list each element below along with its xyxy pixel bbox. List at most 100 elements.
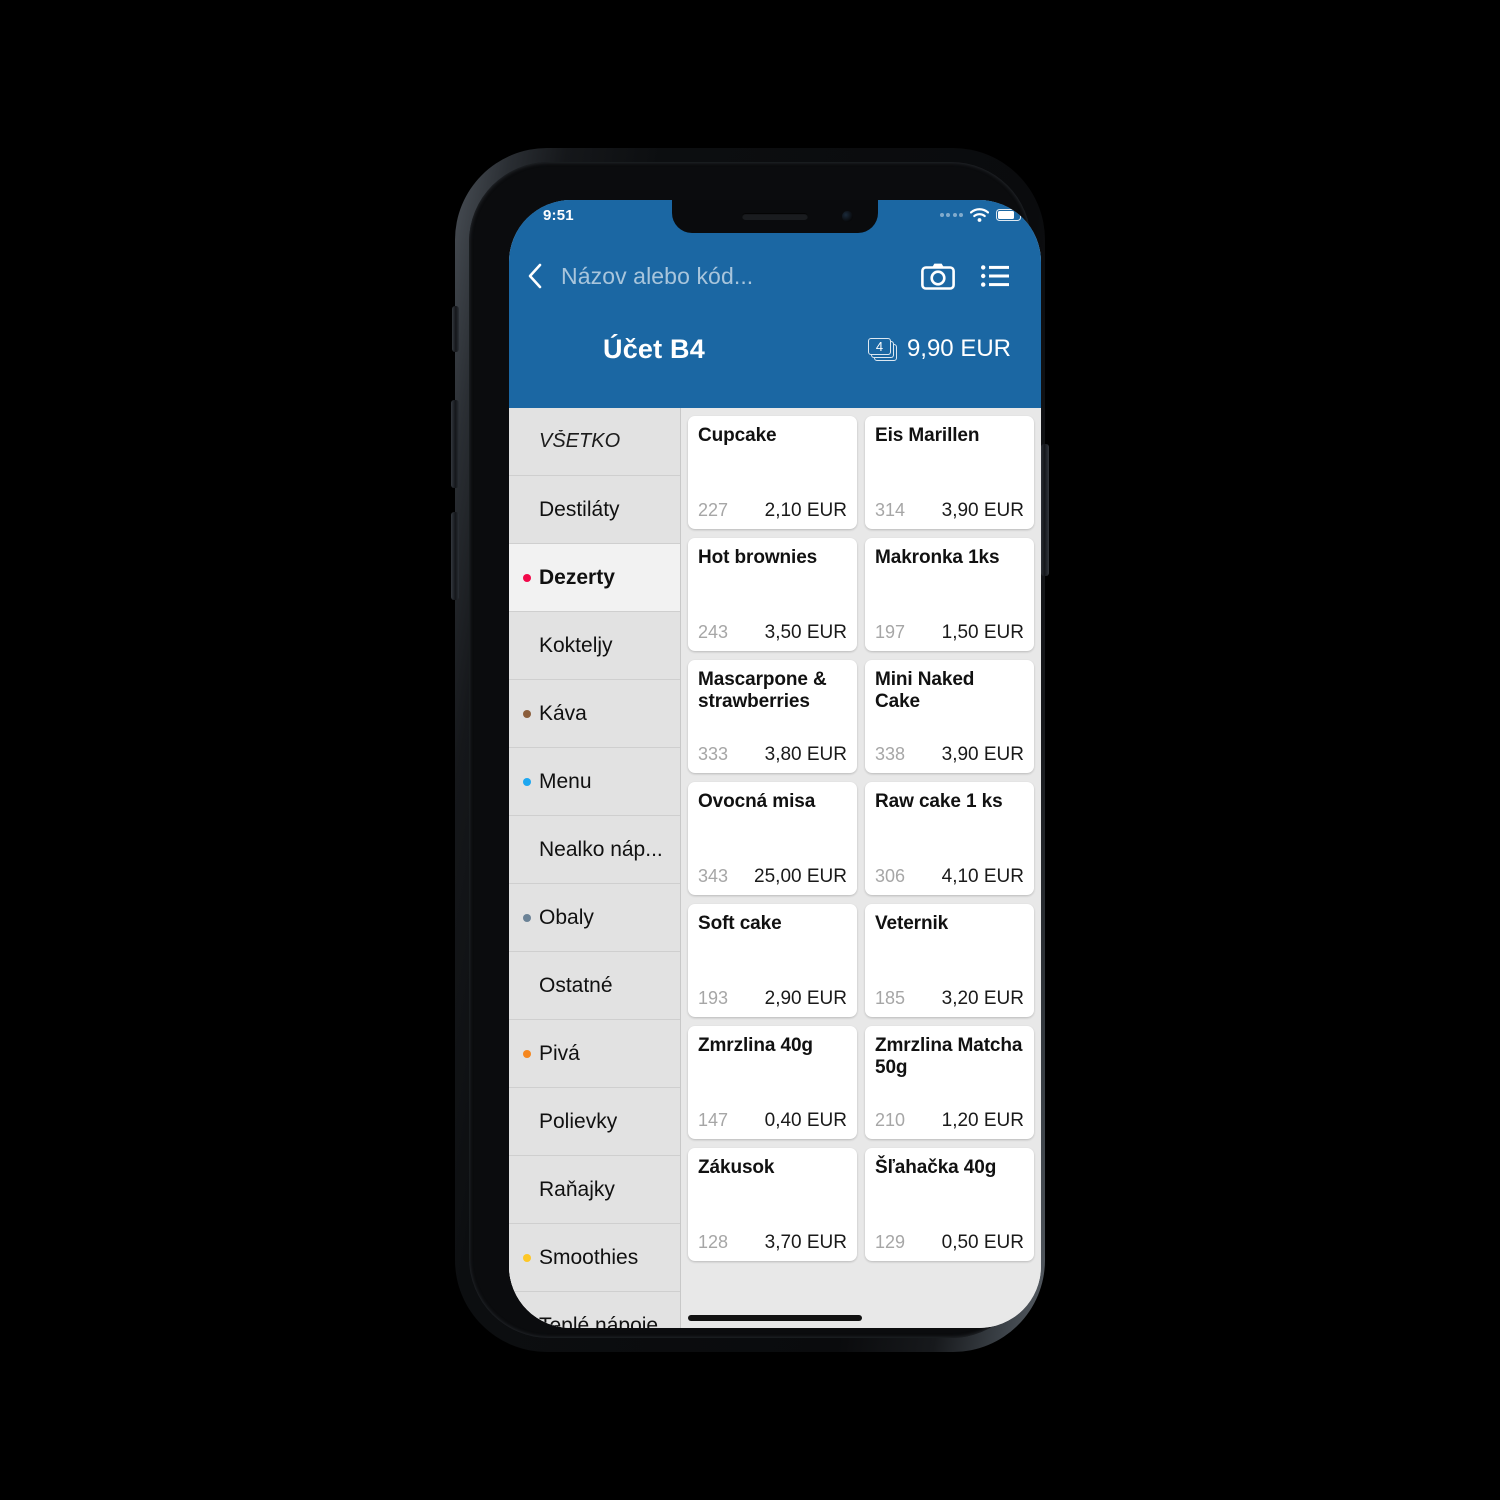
product-card[interactable]: Zmrzlina 40g 147 0,40 EUR xyxy=(688,1026,857,1139)
power-button[interactable] xyxy=(1041,444,1049,576)
product-price: 3,80 EUR xyxy=(764,744,847,765)
front-camera-icon xyxy=(842,211,853,222)
product-meta: 333 3,80 EUR xyxy=(698,744,847,766)
product-price: 2,10 EUR xyxy=(764,500,847,521)
product-code: 243 xyxy=(698,622,729,642)
product-price: 4,10 EUR xyxy=(941,866,1024,887)
product-meta: 227 2,10 EUR xyxy=(698,500,847,522)
receipt-stack-icon: 4 xyxy=(867,337,898,361)
sidebar-item-10[interactable]: Polievky xyxy=(509,1088,680,1156)
status-bar-indicators xyxy=(939,208,1024,222)
list-icon[interactable] xyxy=(981,265,1009,287)
sidebar-item-label: Raňajky xyxy=(539,1177,615,1201)
product-card[interactable]: Raw cake 1 ks 306 4,10 EUR xyxy=(865,782,1034,895)
category-color-dot xyxy=(523,438,531,446)
sidebar-item-8[interactable]: Ostatné xyxy=(509,952,680,1020)
sidebar-item-7[interactable]: Obaly xyxy=(509,884,680,952)
product-card[interactable]: Veternik 185 3,20 EUR xyxy=(865,904,1034,1017)
cart-total[interactable]: 4 9,90 EUR xyxy=(867,335,1011,363)
product-code: 210 xyxy=(875,1110,906,1130)
product-card[interactable]: Zákusok 128 3,70 EUR xyxy=(688,1148,857,1261)
product-code: 193 xyxy=(698,988,729,1008)
product-name: Zmrzlina Matcha 50g xyxy=(875,1035,1023,1079)
sidebar-item-label: Polievky xyxy=(539,1109,618,1133)
volume-up-button[interactable] xyxy=(451,400,459,488)
product-name: Mini Naked Cake xyxy=(875,669,975,713)
sidebar-item-label: Nealko náp... xyxy=(539,837,663,861)
product-price: 3,70 EUR xyxy=(764,1232,847,1253)
phone-device-frame: Názov alebo kód... Účet B4 4 9,90 EUR 9:… xyxy=(451,148,1049,1352)
product-price: 3,50 EUR xyxy=(764,622,847,643)
product-code: 227 xyxy=(698,500,729,520)
category-color-dot xyxy=(523,506,531,514)
product-card[interactable]: Mascarpone & strawberries 333 3,80 EUR xyxy=(688,660,857,773)
category-color-dot xyxy=(523,846,531,854)
category-color-dot xyxy=(523,982,531,990)
chevron-left-icon xyxy=(528,263,542,289)
product-price: 0,50 EUR xyxy=(941,1232,1024,1253)
cart-total-amount: 9,90 EUR xyxy=(906,335,1011,362)
product-card[interactable]: Šľahačka 40g 129 0,50 EUR xyxy=(865,1148,1034,1261)
sidebar-item-1[interactable]: Destiláty xyxy=(509,476,680,544)
phone-bezel: Názov alebo kód... Účet B4 4 9,90 EUR 9:… xyxy=(469,162,1041,1338)
sidebar-item-13[interactable]: Teplé nápoje xyxy=(509,1292,680,1328)
product-code: 129 xyxy=(875,1232,906,1252)
volume-down-button[interactable] xyxy=(451,512,459,600)
product-price: 1,20 EUR xyxy=(941,1110,1024,1131)
product-card[interactable]: Ovocná misa 343 25,00 EUR xyxy=(688,782,857,895)
account-title: Účet B4 xyxy=(603,333,705,364)
product-card[interactable]: Zmrzlina Matcha 50g 210 1,20 EUR xyxy=(865,1026,1034,1139)
product-meta: 338 3,90 EUR xyxy=(875,744,1024,766)
sidebar-item-6[interactable]: Nealko náp... xyxy=(509,816,680,884)
sidebar-item-9[interactable]: Pivá xyxy=(509,1020,680,1088)
product-card[interactable]: Makronka 1ks 197 1,50 EUR xyxy=(865,538,1034,651)
product-price: 2,90 EUR xyxy=(764,988,847,1009)
back-button[interactable] xyxy=(513,262,557,290)
product-card[interactable]: Hot brownies 243 3,50 EUR xyxy=(688,538,857,651)
product-name: Soft cake xyxy=(698,913,782,934)
product-price: 0,40 EUR xyxy=(764,1110,847,1131)
phone-screen: Názov alebo kód... Účet B4 4 9,90 EUR 9:… xyxy=(509,200,1041,1328)
product-card[interactable]: Soft cake 193 2,90 EUR xyxy=(688,904,857,1017)
category-color-dot xyxy=(523,1049,531,1058)
sidebar-item-11[interactable]: Raňajky xyxy=(509,1156,680,1224)
product-name: Šľahačka 40g xyxy=(875,1157,997,1178)
sidebar-item-4[interactable]: Káva xyxy=(509,680,680,748)
search-row: Názov alebo kód... xyxy=(509,246,1041,306)
product-name: Eis Marillen xyxy=(875,425,980,446)
category-color-dot xyxy=(523,1321,531,1328)
product-meta: 210 1,20 EUR xyxy=(875,1110,1024,1132)
product-price: 3,20 EUR xyxy=(941,988,1024,1009)
product-card[interactable]: Eis Marillen 314 3,90 EUR xyxy=(865,416,1034,529)
sidebar-item-label: Káva xyxy=(539,701,587,725)
product-price: 1,50 EUR xyxy=(941,622,1024,643)
search-input[interactable]: Názov alebo kód... xyxy=(557,263,921,290)
category-color-dot xyxy=(523,642,531,650)
product-card[interactable]: Mini Naked Cake 338 3,90 EUR xyxy=(865,660,1034,773)
home-indicator[interactable] xyxy=(688,1315,862,1321)
camera-icon[interactable] xyxy=(921,262,955,290)
product-name: Veternik xyxy=(875,913,949,934)
sidebar-item-0[interactable]: VŠETKO xyxy=(509,408,680,476)
product-name: Zmrzlina 40g xyxy=(698,1035,813,1056)
cart-count: 4 xyxy=(867,337,891,355)
category-color-dot xyxy=(523,573,531,582)
category-sidebar[interactable]: VŠETKO Destiláty Dezerty Kokteljy Káva Menu Ne… xyxy=(509,408,681,1328)
product-meta: 129 0,50 EUR xyxy=(875,1232,1024,1254)
device-notch xyxy=(672,200,878,233)
sidebar-item-2[interactable]: Dezerty xyxy=(509,544,680,612)
earpiece-speaker-icon xyxy=(742,213,808,220)
product-code: 333 xyxy=(698,744,729,764)
product-code: 314 xyxy=(875,500,906,520)
product-meta: 343 25,00 EUR xyxy=(698,866,847,888)
sidebar-item-3[interactable]: Kokteljy xyxy=(509,612,680,680)
sidebar-item-label: Pivá xyxy=(539,1041,580,1065)
wifi-icon xyxy=(970,208,989,222)
sidebar-item-5[interactable]: Menu xyxy=(509,748,680,816)
product-meta: 243 3,50 EUR xyxy=(698,622,847,644)
product-name: Makronka 1ks xyxy=(875,547,1000,568)
sidebar-item-12[interactable]: Smoothies xyxy=(509,1224,680,1292)
product-card[interactable]: Cupcake 227 2,10 EUR xyxy=(688,416,857,529)
status-bar-time: 9:51 xyxy=(543,207,574,224)
mute-switch-button[interactable] xyxy=(452,306,459,352)
